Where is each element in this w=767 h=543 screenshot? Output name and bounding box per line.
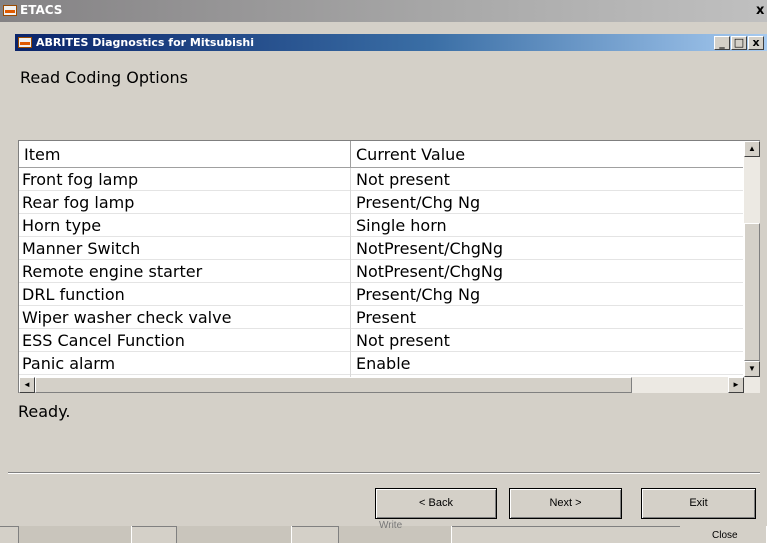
back-button[interactable]: < Back [375, 488, 497, 519]
minimize-button[interactable]: _ [714, 36, 730, 50]
scroll-left-button[interactable]: ◄ [19, 377, 35, 393]
write-label: Write [379, 520, 403, 531]
table-row[interactable]: Panic alarm Enable [19, 352, 743, 375]
inner-app-icon [18, 37, 32, 48]
inner-window-title: ABRITES Diagnostics for Mitsubishi [36, 36, 255, 49]
scroll-right-button[interactable]: ► [728, 377, 744, 393]
triangle-left-icon: ◄ [23, 380, 31, 389]
table-row[interactable]: Front fog lamp Not present [19, 168, 743, 191]
close-label: Close [712, 530, 738, 541]
table-row[interactable]: DRL function Present/Chg Ng [19, 283, 743, 306]
row-item: Horn type [22, 216, 102, 235]
horizontal-scroll-thumb[interactable] [35, 377, 632, 393]
row-item: ESS Cancel Function [22, 331, 185, 350]
vertical-scrollbar[interactable]: ▲ ▼ [744, 141, 760, 377]
column-divider [350, 168, 351, 377]
next-button[interactable]: Next > [509, 488, 622, 519]
row-item: Manner Switch [22, 239, 141, 258]
row-item: Panic alarm [22, 354, 116, 373]
divider [8, 472, 760, 474]
write-button[interactable]: Write [338, 520, 452, 543]
vertical-scroll-thumb[interactable] [744, 223, 760, 361]
row-value: NotPresent/ChgNg [356, 262, 504, 281]
row-value: Present/Chg Ng [356, 193, 481, 212]
header-divider[interactable] [350, 141, 351, 168]
row-item: DRL function [22, 285, 125, 304]
row-value: Not present [356, 331, 450, 350]
close-button[interactable]: x [748, 36, 764, 50]
exit-button[interactable]: Exit [641, 488, 756, 519]
table-row[interactable]: Horn type Single horn [19, 214, 743, 237]
row-value: Single horn [356, 216, 447, 235]
triangle-right-icon: ► [732, 380, 740, 389]
row-value: Not present [356, 170, 450, 189]
row-item: Wiper washer check valve [22, 308, 232, 327]
toolbar-segment[interactable] [176, 526, 292, 543]
status-text: Ready. [18, 402, 71, 421]
row-value: Enable [356, 354, 411, 373]
row-value: NotPresent/ChgNg [356, 239, 504, 258]
column-header-item[interactable]: Item [24, 145, 60, 164]
close-strip-button[interactable]: Close [680, 526, 767, 543]
row-item: Remote engine starter [22, 262, 203, 281]
outer-window-title: ETACS [20, 3, 63, 17]
row-item: Front fog lamp [22, 170, 139, 189]
scroll-up-button[interactable]: ▲ [744, 141, 760, 157]
maximize-button[interactable]: □ [731, 36, 747, 50]
table-row[interactable]: Wiper washer check valve Present [19, 306, 743, 329]
table-row[interactable]: Rear fog lamp Present/Chg Ng [19, 191, 743, 214]
table-header: Item Current Value [19, 141, 743, 168]
row-value: Present/Chg Ng [356, 285, 481, 304]
outer-close-button[interactable]: x [756, 2, 767, 20]
toolbar-segment[interactable] [18, 526, 132, 543]
outer-title-bar [0, 0, 767, 22]
scroll-down-button[interactable]: ▼ [744, 361, 760, 377]
triangle-up-icon: ▲ [748, 144, 756, 153]
table-row[interactable]: ESS Cancel Function Not present [19, 329, 743, 352]
table-row[interactable]: Manner Switch NotPresent/ChgNg [19, 237, 743, 260]
row-value: Present [356, 308, 417, 327]
column-header-current-value[interactable]: Current Value [356, 145, 465, 164]
page-title: Read Coding Options [20, 68, 188, 87]
app-icon [3, 5, 17, 16]
triangle-down-icon: ▼ [748, 364, 756, 373]
coding-options-table: Item Current Value Front fog lamp Not pr… [18, 140, 760, 393]
row-item: Rear fog lamp [22, 193, 135, 212]
horizontal-scrollbar[interactable]: ◄ ► [19, 377, 760, 393]
table-row[interactable]: Remote engine starter NotPresent/ChgNg [19, 260, 743, 283]
